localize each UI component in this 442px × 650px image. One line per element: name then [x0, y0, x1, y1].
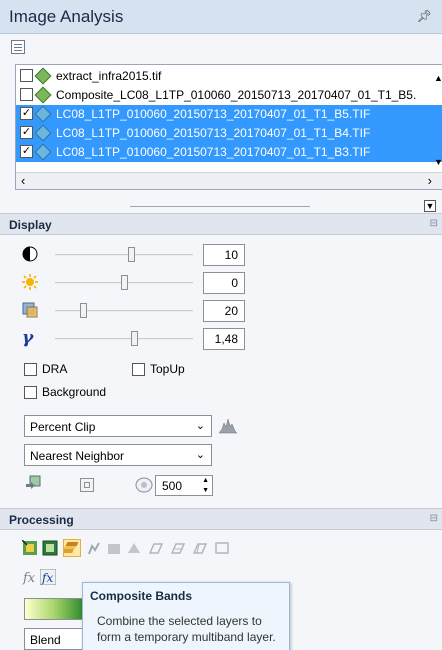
layer-row[interactable]: ✓ LC08_L1TP_010060_20150713_20170407_01_…	[16, 105, 442, 124]
magnifier-scale-icon	[135, 477, 153, 493]
brightness-icon	[22, 274, 38, 290]
raster-layer-icon	[34, 124, 52, 142]
mask-tool-icon[interactable]	[42, 540, 58, 556]
stretch-type-dropdown[interactable]: Percent Clip ⌄	[24, 415, 212, 437]
slider-thumb[interactable]	[130, 331, 138, 346]
svg-text:fx: fx	[22, 571, 36, 585]
list-options-icon[interactable]	[11, 40, 25, 54]
stretch-tool-icon[interactable]	[126, 540, 142, 556]
contrast-value-input[interactable]: 10	[203, 244, 245, 266]
background-checkbox[interactable]	[24, 386, 37, 399]
contrast-slider[interactable]	[55, 254, 193, 256]
tooltip-description: Combine the selected layers to form a te…	[97, 614, 276, 644]
raster-layer-icon	[34, 86, 52, 104]
pansharpen-tool-icon[interactable]	[170, 540, 186, 556]
vertical-scrollbar[interactable]: ▲ ▼	[434, 65, 442, 173]
gamma-row: γ 1,48	[0, 326, 442, 352]
slider-thumb[interactable]	[127, 247, 135, 262]
layer-name: LC08_L1TP_010060_20150713_20170407_01_T1…	[56, 145, 371, 159]
svg-text:fx: fx	[41, 571, 53, 585]
layer-row[interactable]: ✓ LC08_L1TP_010060_20150713_20170407_01_…	[16, 124, 442, 143]
raster-function-icon[interactable]: fx	[22, 569, 38, 585]
transparency-row: 20	[0, 298, 442, 324]
zoom-scale-value: 500	[162, 479, 183, 493]
window-titlebar: Image Analysis 📌︎	[0, 0, 442, 34]
raster-layer-icon	[34, 105, 52, 123]
dra-checkbox[interactable]	[24, 363, 37, 376]
contrast-row: 10	[0, 242, 442, 268]
pin-icon[interactable]: 📌︎	[417, 9, 432, 23]
zoom-scale-input[interactable]: 500 ▲ ▼	[155, 475, 213, 496]
window-title: Image Analysis	[9, 7, 124, 26]
tooltip-title: Composite Bands	[90, 589, 193, 603]
processing-section-header[interactable]: Processing ⊟	[0, 508, 442, 530]
stretch-type-value: Percent Clip	[30, 420, 96, 434]
layer-row[interactable]: Composite_LC08_L1TP_010060_20150713_2017…	[16, 86, 442, 105]
ndvi-tool-icon[interactable]	[86, 540, 102, 556]
layer-list[interactable]: extract_infra2015.tif Composite_LC08_L1T…	[15, 64, 442, 190]
gamma-value-input[interactable]: 1,48	[203, 328, 245, 350]
section-collapse-icon[interactable]: ⊟	[430, 513, 438, 524]
chevron-down-icon: ⌄	[195, 449, 205, 461]
reproject-tool-icon[interactable]	[192, 540, 208, 556]
scroll-up-icon[interactable]: ▲	[434, 73, 442, 83]
transparency-value-input[interactable]: 20	[203, 300, 245, 322]
layer-row[interactable]: extract_infra2015.tif	[16, 67, 442, 86]
gamma-icon: γ	[22, 328, 34, 348]
zoom-to-raster-icon[interactable]	[24, 475, 42, 493]
raster-layer-icon	[34, 67, 52, 85]
layer-checkbox[interactable]: ✓	[20, 107, 33, 120]
layer-checkbox[interactable]: ✓	[20, 145, 33, 158]
chevron-down-icon: ⌄	[195, 420, 205, 432]
section-collapse-icon[interactable]: ⊟	[430, 218, 438, 229]
layer-checkbox[interactable]	[20, 88, 33, 101]
layer-name: LC08_L1TP_010060_20150713_20170407_01_T1…	[56, 107, 371, 121]
composite-bands-tooltip: Composite Bands Combine the selected lay…	[82, 582, 290, 650]
scroll-left-icon[interactable]: ‹	[21, 173, 25, 188]
gamma-slider[interactable]	[55, 338, 193, 340]
function-editor-icon[interactable]: fx	[40, 569, 56, 585]
topup-label: TopUp	[150, 362, 185, 376]
topup-checkbox[interactable]	[132, 363, 145, 376]
layer-name: extract_infra2015.tif	[56, 69, 162, 83]
panel-splitter[interactable]	[130, 206, 310, 207]
dra-label: DRA	[42, 362, 68, 376]
contrast-icon	[22, 246, 38, 262]
collapse-icon[interactable]: ▼	[424, 200, 436, 212]
blend-value: Blend	[30, 633, 61, 647]
brightness-row: 0	[0, 270, 442, 296]
resampling-dropdown[interactable]: Nearest Neighbor ⌄	[24, 444, 212, 466]
raster-layer-icon	[34, 143, 52, 161]
export-tool-icon[interactable]	[214, 540, 230, 556]
scroll-down-icon[interactable]: ▼	[434, 157, 442, 167]
background-label: Background	[42, 385, 107, 399]
transparency-slider[interactable]	[55, 310, 193, 312]
blend-dropdown[interactable]: Blend	[24, 628, 88, 650]
horizontal-scrollbar[interactable]: ‹ ›	[16, 172, 442, 189]
brightness-value-input[interactable]: 0	[203, 272, 245, 294]
resampling-value: Nearest Neighbor	[30, 449, 125, 463]
layer-name: Composite_LC08_L1TP_010060_20150713_2017…	[56, 88, 417, 102]
scroll-right-icon[interactable]: ›	[428, 173, 432, 188]
orthorectify-tool-icon[interactable]	[148, 540, 164, 556]
color-ramp-picker[interactable]	[24, 598, 84, 620]
spinner-up-icon[interactable]: ▲	[202, 476, 209, 485]
spinner-down-icon[interactable]: ▼	[202, 486, 209, 495]
layer-checkbox[interactable]: ✓	[20, 126, 33, 139]
layer-row[interactable]: ✓ LC08_L1TP_010060_20150713_20170407_01_…	[16, 143, 442, 162]
fixed-scale-icon[interactable]	[80, 478, 94, 492]
slider-thumb[interactable]	[121, 275, 128, 290]
hillshade-tool-icon[interactable]	[106, 540, 122, 556]
slider-thumb[interactable]	[79, 303, 87, 318]
layer-name: LC08_L1TP_010060_20150713_20170407_01_T1…	[56, 126, 371, 140]
transparency-icon	[22, 302, 38, 318]
display-section-header[interactable]: Display ⊟	[0, 213, 442, 235]
histogram-icon[interactable]	[218, 417, 238, 434]
clip-tool-icon[interactable]	[22, 540, 38, 556]
composite-bands-icon[interactable]	[63, 539, 81, 557]
processing-section-title: Processing	[9, 513, 74, 527]
layer-checkbox[interactable]	[20, 69, 33, 82]
display-section-title: Display	[9, 218, 52, 232]
